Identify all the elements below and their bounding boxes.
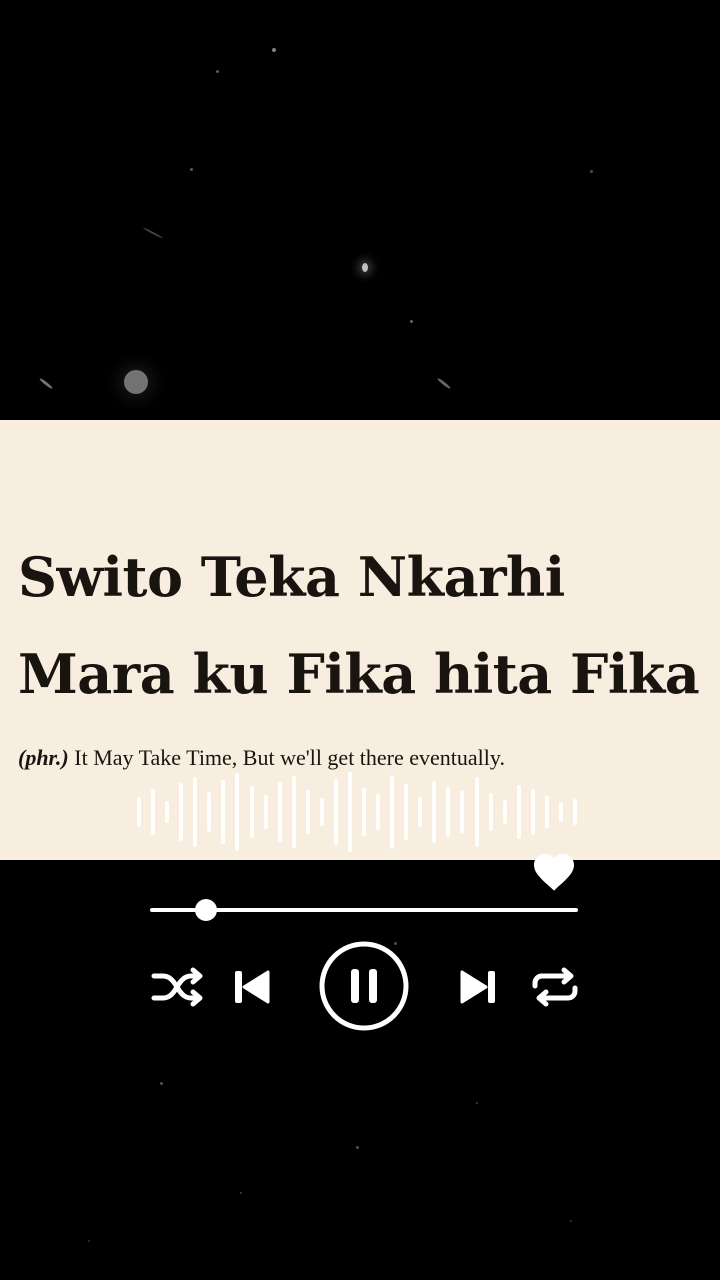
star <box>476 1102 478 1104</box>
waveform-bar <box>291 776 296 848</box>
waveform-bar <box>347 772 352 852</box>
star <box>124 370 148 394</box>
waveform-bar <box>193 777 198 847</box>
waveform-bar <box>488 793 493 831</box>
star <box>362 263 368 272</box>
waveform-bar <box>516 785 521 839</box>
star <box>590 170 593 173</box>
star <box>190 168 193 171</box>
waveform-bar <box>376 794 381 830</box>
star <box>410 320 413 323</box>
skip-previous-icon[interactable] <box>232 967 272 1007</box>
waveform-bar <box>221 780 226 844</box>
lyric-line-2: Mara ku Fika hita Fika <box>18 642 700 706</box>
waveform-bar <box>460 791 465 833</box>
waveform-bar <box>404 784 409 840</box>
waveform-bar <box>165 801 170 823</box>
waveform-bar <box>362 788 366 836</box>
pause-icon <box>351 969 359 1003</box>
lyric-definition: (phr.) It May Take Time, But we'll get t… <box>18 745 505 771</box>
transport-controls <box>0 940 720 1032</box>
waveform-bar <box>333 779 338 845</box>
waveform-bar <box>319 798 324 826</box>
waveform-bar <box>235 773 240 851</box>
repeat-icon[interactable] <box>530 966 580 1008</box>
star <box>160 1082 163 1085</box>
progress-bar[interactable] <box>150 899 578 921</box>
waveform-bar <box>263 795 268 829</box>
waveform-bar <box>418 797 423 827</box>
star <box>272 48 276 52</box>
waveform-bar <box>207 792 212 832</box>
waveform-bar <box>474 777 479 847</box>
star <box>240 1192 242 1194</box>
shuffle-icon[interactable] <box>150 966 204 1008</box>
waveform-bar <box>558 802 563 822</box>
player-controls-panel <box>0 854 720 1060</box>
audio-waveform <box>137 772 577 852</box>
waveform-bar <box>179 783 184 841</box>
waveform-bar <box>305 790 310 834</box>
star <box>216 70 219 73</box>
lyric-card: Swito Teka Nkarhi Mara ku Fika hita Fika… <box>0 420 720 860</box>
star <box>570 1220 572 1222</box>
star <box>356 1146 359 1149</box>
waveform-bar <box>137 797 141 827</box>
waveform-bar <box>151 789 156 835</box>
pause-button[interactable] <box>318 940 410 1032</box>
heart-icon[interactable] <box>530 848 578 896</box>
definition-text: It May Take Time, But we'll get there ev… <box>68 745 505 770</box>
star <box>436 377 452 390</box>
waveform-bar <box>390 775 395 849</box>
waveform-bar <box>249 786 254 838</box>
progress-handle[interactable] <box>194 899 217 921</box>
star <box>38 377 54 390</box>
waveform-bar <box>432 781 437 843</box>
skip-next-icon[interactable] <box>458 967 498 1007</box>
definition-tag: (phr.) <box>18 745 69 770</box>
waveform-bar <box>277 782 282 842</box>
lyric-line-1: Swito Teka Nkarhi <box>18 545 565 609</box>
waveform-bar <box>446 787 451 837</box>
waveform-bar <box>572 799 577 825</box>
waveform-bar <box>530 789 535 835</box>
star <box>142 226 164 240</box>
star <box>88 1240 90 1242</box>
waveform-bar <box>544 796 549 828</box>
waveform-bar <box>502 800 507 824</box>
